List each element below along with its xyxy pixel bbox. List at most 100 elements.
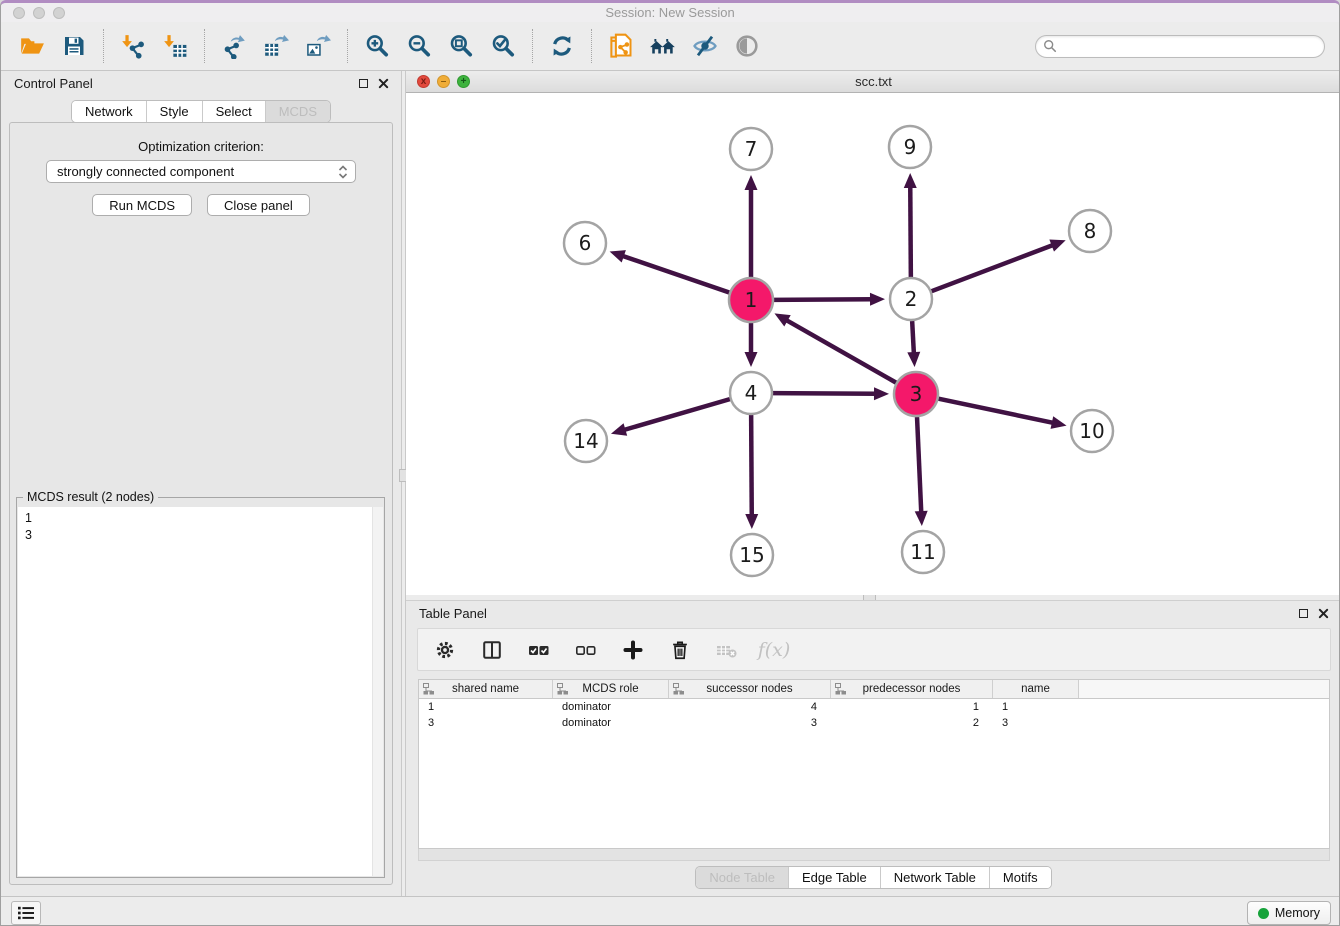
table-cell[interactable]: 3 — [419, 717, 553, 729]
close-panel-button[interactable]: Close panel — [207, 194, 310, 216]
float-panel-icon[interactable] — [359, 79, 368, 88]
save-session-button[interactable] — [53, 26, 95, 66]
column-header-name[interactable]: name — [993, 680, 1079, 698]
control-panel-header: Control Panel — [1, 71, 401, 95]
zoom-out-button[interactable] — [398, 26, 440, 66]
delete-table-button — [715, 638, 739, 662]
graph-edge-3-10[interactable] — [939, 399, 1055, 423]
deselect-all-icon — [574, 638, 598, 662]
tab-node-table[interactable]: Node Table — [696, 867, 788, 888]
table-row[interactable]: 1dominator411 — [419, 699, 1329, 715]
tab-style[interactable]: Style — [146, 101, 202, 122]
column-header-MCDS-role[interactable]: MCDS role — [553, 680, 669, 698]
open-session-button[interactable] — [11, 26, 53, 66]
trash-icon — [669, 639, 691, 661]
first-neighbors-button[interactable] — [642, 26, 684, 66]
tab-edge-table[interactable]: Edge Table — [788, 867, 880, 888]
run-mcds-button[interactable]: Run MCDS — [92, 194, 192, 216]
table-cell[interactable]: 3 — [993, 717, 1079, 729]
deselect-all-columns-button[interactable] — [574, 638, 598, 662]
graph-node-label-7: 7 — [745, 137, 758, 161]
memory-button[interactable]: Memory — [1247, 901, 1331, 925]
toolbar-separator — [103, 29, 104, 63]
graph-edge-4-3[interactable] — [773, 393, 877, 394]
refresh-view-button[interactable] — [541, 26, 583, 66]
table-cell[interactable]: 2 — [831, 717, 993, 729]
graph-edge-arrowhead — [1051, 416, 1067, 429]
tab-select[interactable]: Select — [202, 101, 265, 122]
export-table-button[interactable] — [255, 26, 297, 66]
export-image-button[interactable] — [297, 26, 339, 66]
table-panel-title: Table Panel — [419, 606, 487, 621]
show-graphics-details-button[interactable] — [726, 26, 768, 66]
graph-edge-2-3[interactable] — [912, 321, 914, 355]
clone-network-icon — [608, 33, 635, 60]
column-layout-button[interactable] — [480, 638, 504, 662]
import-network-button[interactable] — [112, 26, 154, 66]
zoom-in-button[interactable] — [356, 26, 398, 66]
application-window: Session: New Session — [0, 0, 1340, 926]
hide-graphics-details-button[interactable] — [684, 26, 726, 66]
graph-edge-2-9[interactable] — [910, 185, 911, 277]
select-all-columns-button[interactable] — [527, 638, 551, 662]
clone-network-button[interactable] — [600, 26, 642, 66]
graph-edge-4-14[interactable] — [622, 399, 729, 430]
graph-node-label-9: 9 — [904, 135, 917, 159]
float-panel-icon[interactable] — [1299, 609, 1308, 618]
graph-edge-1-2[interactable] — [774, 299, 873, 300]
table-row[interactable]: 3dominator323 — [419, 715, 1329, 731]
control-panel-tabgroup: NetworkStyleSelectMCDS — [71, 100, 331, 123]
criterion-dropdown[interactable]: strongly connected component — [46, 160, 356, 183]
tab-network-table[interactable]: Network Table — [880, 867, 989, 888]
column-header-shared-name[interactable]: shared name — [419, 680, 553, 698]
mcds-result-area[interactable]: 1 3 — [18, 507, 383, 876]
network-window-title: scc.txt — [406, 74, 1340, 89]
table-toolbar: f(x) — [417, 628, 1331, 671]
graph-edge-1-6[interactable] — [621, 255, 729, 292]
table-cell[interactable]: 1 — [993, 701, 1079, 713]
graph-edge-4-15[interactable] — [751, 415, 752, 517]
network-canvas[interactable]: 7968124314101511 — [406, 93, 1340, 595]
zoom-fit-button[interactable] — [440, 26, 482, 66]
graph-edge-2-8[interactable] — [932, 244, 1055, 291]
close-panel-icon[interactable] — [378, 78, 389, 89]
table-cell[interactable]: 1 — [831, 701, 993, 713]
tab-motifs[interactable]: Motifs — [989, 867, 1051, 888]
delete-column-button[interactable] — [668, 638, 692, 662]
export-table-icon — [263, 33, 289, 59]
function-builder-button: f(x) — [762, 638, 786, 662]
task-history-button[interactable] — [11, 901, 41, 925]
first-neighbors-icon — [649, 32, 677, 60]
table-cell[interactable]: 1 — [419, 701, 553, 713]
add-column-button[interactable] — [621, 638, 645, 662]
table-cell[interactable]: 4 — [669, 701, 831, 713]
toolbar-separator — [532, 29, 533, 63]
graph-edge-arrowhead — [745, 514, 758, 529]
tab-network[interactable]: Network — [72, 101, 146, 122]
tab-mcds[interactable]: MCDS — [265, 101, 330, 122]
table-cell[interactable]: dominator — [553, 717, 669, 729]
graph-edge-3-1[interactable] — [785, 319, 896, 382]
zoom-selected-icon — [490, 33, 516, 59]
control-panel-title: Control Panel — [14, 76, 93, 91]
graph-node-label-6: 6 — [579, 231, 592, 255]
export-network-button[interactable] — [213, 26, 255, 66]
close-panel-icon[interactable] — [1318, 608, 1329, 619]
result-scrollbar[interactable] — [372, 507, 383, 876]
graph-node-label-10: 10 — [1079, 419, 1104, 443]
search-input[interactable] — [1061, 37, 1324, 56]
table-tabgroup: Node TableEdge TableNetwork TableMotifs — [695, 866, 1051, 889]
table-hscrollbar[interactable] — [418, 849, 1330, 861]
column-header-predecessor-nodes[interactable]: predecessor nodes — [831, 680, 993, 698]
import-table-button[interactable] — [154, 26, 196, 66]
table-cell[interactable]: 3 — [669, 717, 831, 729]
table-cell[interactable]: dominator — [553, 701, 669, 713]
graph-edge-arrowhead — [907, 352, 920, 367]
graph-edge-3-11[interactable] — [917, 417, 921, 514]
table-settings-button[interactable] — [433, 638, 457, 662]
column-header-successor-nodes[interactable]: successor nodes — [669, 680, 831, 698]
mcds-result-title: MCDS result (2 nodes) — [23, 490, 158, 504]
columns-icon — [481, 639, 503, 661]
zoom-selected-button[interactable] — [482, 26, 524, 66]
table-header-row: shared nameMCDS rolesuccessor nodesprede… — [419, 680, 1329, 699]
